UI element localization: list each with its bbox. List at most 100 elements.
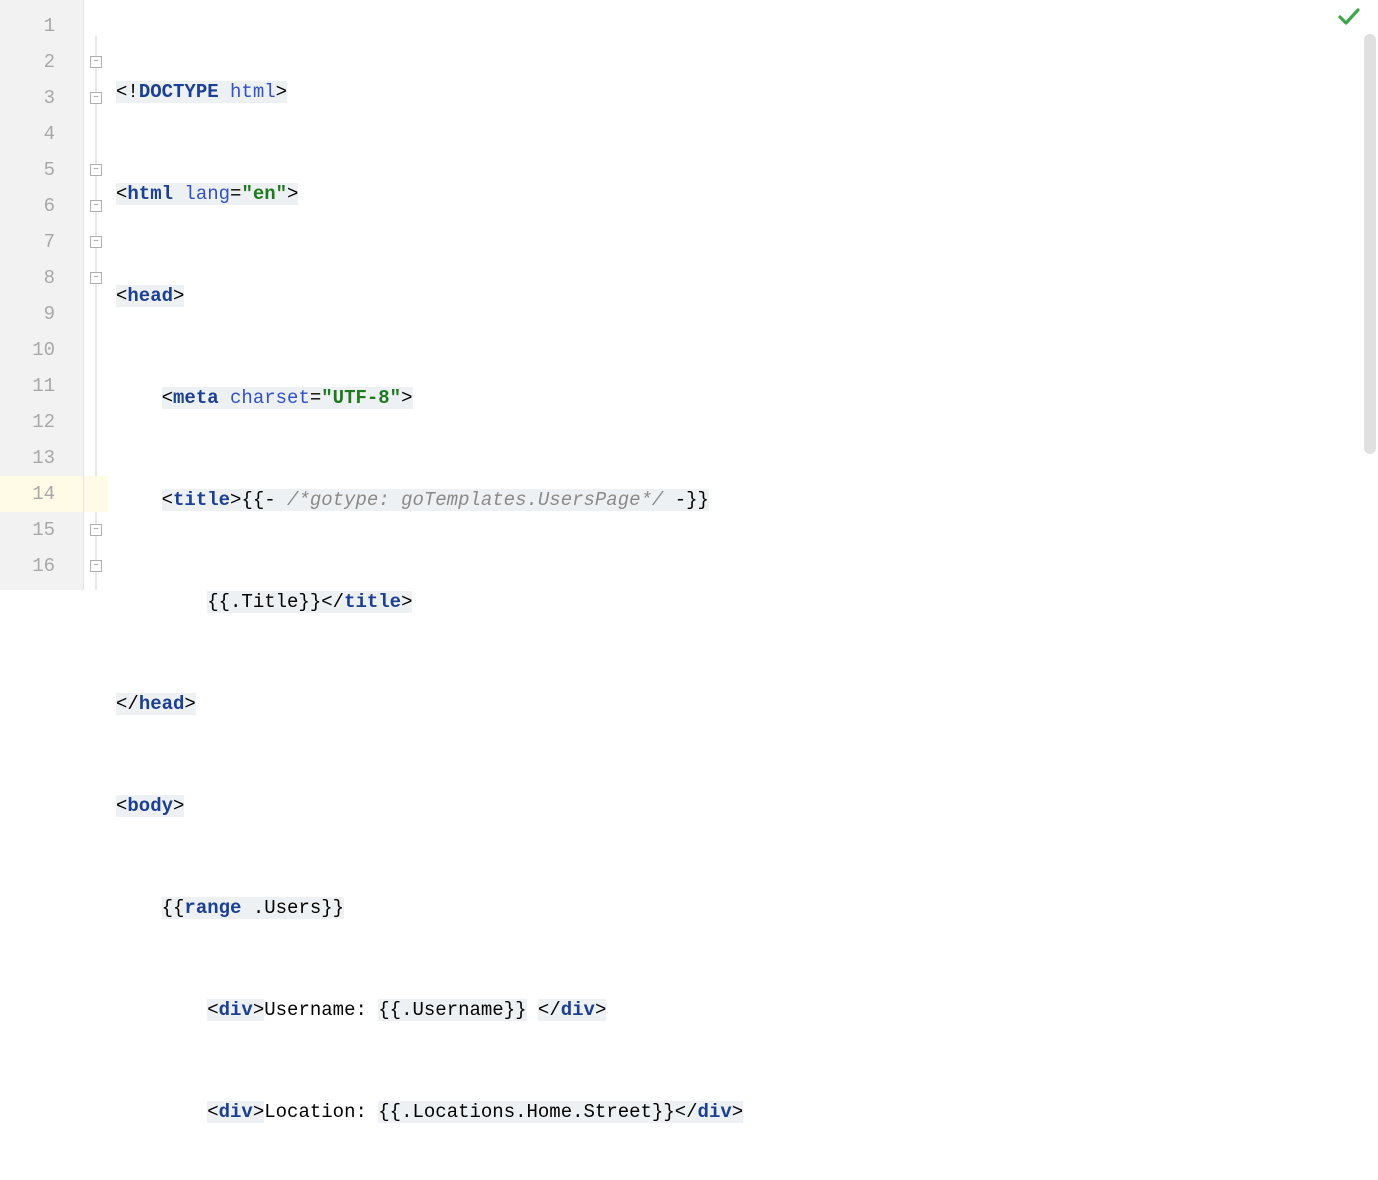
line-number: 14 [0, 476, 83, 512]
tag-name: title [173, 489, 230, 511]
indent [116, 591, 207, 613]
line-number: 16 [0, 548, 83, 584]
code-line[interactable]: <head> [108, 278, 1378, 314]
go-expr: {{.Title}} [207, 591, 321, 613]
line-number: 10 [0, 332, 83, 368]
line-number: 13 [0, 440, 83, 476]
tag-open: </ [321, 591, 344, 613]
space [527, 999, 538, 1021]
attr-name: lang [184, 183, 230, 205]
attr-value: "UTF-8" [321, 387, 401, 409]
tag-close: > [276, 81, 287, 103]
code-area[interactable]: <!DOCTYPE html> <html lang="en"> <head> … [108, 0, 1378, 590]
tag-open: </ [538, 999, 561, 1021]
tag-name: div [219, 1101, 253, 1123]
inspection-ok-icon [1338, 8, 1360, 32]
doctype-attr: html [230, 81, 276, 103]
go-delim: {{- [241, 489, 287, 511]
line-number: 15 [0, 512, 83, 548]
tag-close: > [230, 489, 241, 511]
tag-close: > [401, 591, 412, 613]
tag-close: > [287, 183, 298, 205]
indent [116, 387, 162, 409]
code-line[interactable]: <div>Username: {{.Username}} </div> [108, 992, 1378, 1028]
tag-open: <! [116, 81, 139, 103]
fold-close-icon[interactable]: – [90, 200, 102, 212]
tag-open: < [116, 795, 127, 817]
code-line[interactable]: <title>{{- /*gotype: goTemplates.UsersPa… [108, 482, 1378, 518]
tag-name: title [344, 591, 401, 613]
editor-scrollbar[interactable] [1364, 34, 1376, 454]
tag-name: div [698, 1101, 732, 1123]
go-expr: {{.Username}} [378, 999, 526, 1021]
line-number: 12 [0, 404, 83, 440]
go-delim: -}} [663, 489, 709, 511]
tag-close: > [173, 795, 184, 817]
tag-close: > [173, 285, 184, 307]
fold-close-icon[interactable]: – [90, 236, 102, 248]
equals: = [230, 183, 241, 205]
editor[interactable]: 1 2 3 4 5 6 7 8 9 10 11 12 13 14 15 16 –… [0, 0, 1378, 590]
tag-open: < [207, 1101, 218, 1123]
code-line[interactable]: {{range .Users}} [108, 890, 1378, 926]
code-line[interactable]: {{.Title}}</title> [108, 584, 1378, 620]
tag-close: > [253, 999, 264, 1021]
tag-close: > [732, 1101, 743, 1123]
line-number: 6 [0, 188, 83, 224]
fold-open-icon[interactable]: – [90, 164, 102, 176]
code-line[interactable]: <!DOCTYPE html> [108, 74, 1378, 110]
tag-name: div [219, 999, 253, 1021]
go-delim: }} [321, 897, 344, 919]
tag-close: > [401, 387, 412, 409]
equals: = [310, 387, 321, 409]
tag-open: </ [675, 1101, 698, 1123]
fold-open-icon[interactable]: – [90, 272, 102, 284]
fold-open-icon[interactable]: – [90, 92, 102, 104]
doctype: DOCTYPE [139, 81, 230, 103]
tag-open: < [162, 387, 173, 409]
go-comment: /*gotype: goTemplates.UsersPage*/ [287, 489, 663, 511]
text: Location: [264, 1101, 378, 1123]
tag-name: meta [173, 387, 230, 409]
tag-name: head [139, 693, 185, 715]
tag-close: > [595, 999, 606, 1021]
gutter: 1 2 3 4 5 6 7 8 9 10 11 12 13 14 15 16 [0, 0, 84, 590]
line-number: 11 [0, 368, 83, 404]
indent [116, 489, 162, 511]
line-number: 9 [0, 296, 83, 332]
tag-name: body [127, 795, 173, 817]
code-line[interactable]: <div>Location: {{.Locations.Home.Street}… [108, 1094, 1378, 1130]
fold-close-icon[interactable]: – [90, 524, 102, 536]
go-delim: {{ [162, 897, 185, 919]
fold-column: – – – – – – – – [84, 0, 108, 590]
tag-name: html [127, 183, 184, 205]
tag-open: < [207, 999, 218, 1021]
tag-close: > [184, 693, 195, 715]
fold-open-icon[interactable]: – [90, 56, 102, 68]
indent [116, 897, 162, 919]
text: Username: [264, 999, 378, 1021]
code-line[interactable]: </head> [108, 686, 1378, 722]
attr-name: charset [230, 387, 310, 409]
line-number: 4 [0, 116, 83, 152]
code-line[interactable]: <body> [108, 788, 1378, 824]
code-line[interactable]: <meta charset="UTF-8"> [108, 380, 1378, 416]
fold-close-icon[interactable]: – [90, 560, 102, 572]
line-number: 1 [0, 8, 83, 44]
attr-value: "en" [241, 183, 287, 205]
line-number: 2 [0, 44, 83, 80]
line-number: 7 [0, 224, 83, 260]
go-keyword: range [184, 897, 252, 919]
line-number: 3 [0, 80, 83, 116]
tag-name: div [561, 999, 595, 1021]
go-expr: {{.Locations.Home.Street}} [378, 1101, 674, 1123]
tag-name: head [127, 285, 173, 307]
line-number: 5 [0, 152, 83, 188]
tag-open: < [162, 489, 173, 511]
code-line[interactable]: <html lang="en"> [108, 176, 1378, 212]
tag-open: < [116, 285, 127, 307]
line-number: 8 [0, 260, 83, 296]
tag-open: </ [116, 693, 139, 715]
indent [116, 999, 207, 1021]
indent [116, 1101, 207, 1123]
